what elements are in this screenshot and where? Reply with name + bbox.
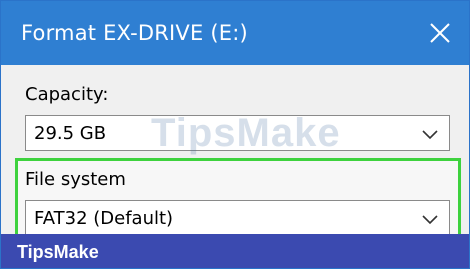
format-dialog: Format EX-DRIVE (E:) Capacity: 29.5 GB T… [0,0,470,269]
footer-bar: TipsMake [1,234,469,268]
dialog-title: Format EX-DRIVE (E:) [21,21,248,45]
capacity-value: 29.5 GB [34,123,107,144]
close-button[interactable] [419,15,459,51]
title-bar: Format EX-DRIVE (E:) [1,1,469,65]
close-icon [430,23,450,43]
capacity-dropdown[interactable]: 29.5 GB [25,115,450,151]
file-system-value: FAT32 (Default) [34,208,174,229]
file-system-dropdown[interactable]: FAT32 (Default) [25,200,450,238]
capacity-label: Capacity: [25,84,109,105]
chevron-down-icon [421,125,439,143]
chevron-down-icon [421,210,439,228]
footer-brand: TipsMake [17,242,99,262]
file-system-label: File system [25,169,126,190]
